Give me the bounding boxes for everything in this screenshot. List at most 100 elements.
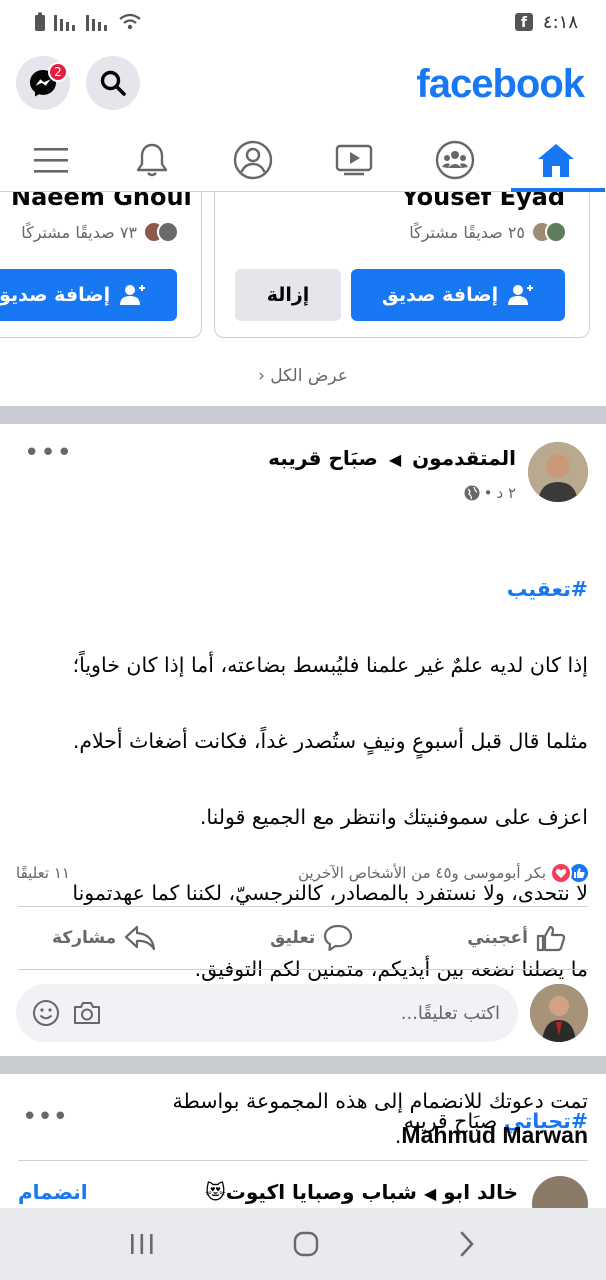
top-bar: 2 facebook (0, 52, 606, 118)
emoji-icon[interactable] (32, 999, 60, 1027)
section-divider (0, 1056, 606, 1074)
wifi-icon (119, 13, 141, 30)
add-friend-button[interactable]: إضافة صديق (351, 269, 565, 321)
groups-icon (435, 140, 474, 179)
like-button[interactable]: أعجبني (467, 924, 566, 952)
add-friend-icon (508, 285, 534, 305)
tab-watch[interactable] (319, 130, 389, 190)
share-button[interactable]: مشاركة (52, 924, 156, 952)
facebook-logo[interactable]: facebook (416, 62, 585, 107)
battery-icon (35, 12, 45, 31)
share-label: مشاركة (52, 928, 117, 948)
comment-placeholder: اكتب تعليقًا... (400, 1002, 500, 1024)
profile-icon (233, 140, 272, 179)
facebook-square-icon: f (514, 13, 533, 31)
main-nav (0, 128, 606, 192)
inviter-name[interactable]: Mahmud Marwan (401, 1122, 588, 1148)
tab-notifications[interactable] (117, 130, 187, 190)
avatar (157, 221, 179, 243)
suggestion-card[interactable]: Naeem Ghoul ٧٣ صديقًا مشتركًا إضافة صديق (0, 192, 202, 338)
back-chevron-icon[interactable] (457, 1230, 477, 1258)
tab-profile[interactable] (218, 130, 288, 190)
my-avatar[interactable] (530, 984, 588, 1042)
comment-tools (32, 999, 102, 1027)
section-divider (0, 406, 606, 424)
mutual-friends-text: ٧٣ صديقًا مشتركًا (21, 222, 137, 242)
signal-icon (86, 15, 107, 31)
divider (18, 1160, 588, 1161)
share-icon (125, 925, 156, 951)
add-friend-label: إضافة صديق (0, 284, 111, 306)
bell-icon (136, 143, 167, 176)
see-all-label: عرض الكل (270, 366, 348, 386)
reactions-text[interactable]: بكر أبوموسى و٤٥ من الأشخاص الآخرين (298, 864, 546, 882)
system-navigation (0, 1208, 606, 1280)
comment-label: تعليق (270, 928, 316, 948)
comment-composer: اكتب تعليقًا... (16, 984, 588, 1042)
watch-icon (335, 144, 372, 175)
home-icon (537, 143, 574, 177)
add-friend-label: إضافة صديق (381, 284, 499, 306)
author-name[interactable]: خالد ابو (443, 1180, 518, 1204)
like-label: أعجبني (467, 928, 528, 948)
mutual-friends: ٢٥ صديقًا مشتركًا (409, 221, 567, 243)
recents-icon[interactable] (129, 1232, 155, 1256)
more-options-icon[interactable]: ••• (24, 438, 73, 468)
mutual-avatars (143, 221, 179, 243)
comment-input[interactable]: اكتب تعليقًا... (16, 984, 518, 1042)
post-header[interactable]: المتقدمون ◀ صبَاح قريبه (268, 446, 516, 470)
mutual-friends-text: ٢٥ صديقًا مشتركًا (409, 222, 525, 242)
menu-icon (33, 147, 68, 173)
post-time[interactable]: ٢ د (496, 484, 516, 502)
reactions-list[interactable]: بكر أبوموسى و٤٥ من الأشخاص الآخرين (298, 862, 590, 884)
suggestion-name[interactable]: Yousef Eyad (401, 192, 565, 211)
triangle-arrow-icon: ◀ (388, 450, 402, 469)
more-options-icon[interactable]: ••• (22, 1102, 68, 1132)
triangle-arrow-icon: ◀ (423, 1184, 437, 1203)
comment-icon (324, 924, 353, 952)
see-all-link[interactable]: عرض الكل ‹ (0, 366, 606, 386)
mutual-friends: ٧٣ صديقًا مشتركًا (21, 221, 179, 243)
join-button[interactable]: انضمام (18, 1180, 88, 1204)
add-friend-icon (120, 285, 146, 305)
comment-button[interactable]: تعليق (270, 924, 353, 952)
like-icon (536, 925, 566, 952)
avatar (545, 221, 567, 243)
suggestion-name[interactable]: Naeem Ghoul (11, 192, 192, 211)
mutual-avatars (531, 221, 567, 243)
post-line: مثلما قال قبل أسبوعٍ ونيفٍ ستُصدر غداً، … (72, 729, 588, 753)
reactions-summary: بكر أبوموسى و٤٥ من الأشخاص الآخرين ١١ تع… (16, 858, 590, 888)
messenger-button[interactable]: 2 (16, 56, 70, 110)
suggestion-card[interactable]: Yousef Eyad ٢٥ صديقًا مشتركًا إضافة صديق… (214, 192, 590, 338)
search-button[interactable] (86, 56, 140, 110)
home-circle-icon[interactable] (292, 1230, 320, 1258)
camera-icon[interactable] (72, 999, 102, 1027)
author-avatar[interactable] (528, 442, 588, 502)
post-actions: أعجبني تعليق مشاركة (18, 906, 588, 970)
chevron-left-icon: ‹ (258, 366, 265, 386)
people-you-may-know: Yousef Eyad ٢٥ صديقًا مشتركًا إضافة صديق… (0, 192, 606, 406)
signal-icon (54, 15, 75, 31)
status-bar: f ٤:١٨ (0, 0, 606, 44)
post-meta: ٢ د • (464, 484, 516, 502)
love-reaction-icon (550, 862, 572, 884)
search-icon (100, 70, 126, 96)
author-name[interactable]: صبَاح قريبه (268, 446, 378, 470)
feed-post: المتقدمون ◀ صبَاح قريبه ٢ د • ••• #تعقيب… (0, 424, 606, 1133)
group-name[interactable]: شباب وصبايا اكيوت😻 (205, 1180, 417, 1204)
group-post-header[interactable]: خالد ابو ◀ شباب وصبايا اكيوت😻 (205, 1180, 518, 1204)
tab-menu[interactable] (16, 130, 86, 190)
tab-home[interactable] (510, 130, 605, 192)
tab-groups[interactable] (420, 130, 490, 190)
post-line: إذا كان لديه علمٌ غير علمنا فليُبسط بضاع… (72, 653, 588, 677)
post-line: اعزف على سموفنيتك وانتظر مع الجميع قولنا… (199, 805, 588, 829)
dot-separator: • (483, 484, 493, 502)
globe-icon (464, 485, 480, 501)
group-name[interactable]: المتقدمون (412, 446, 516, 470)
group-invite-card: تمت دعوتك للانضمام إلى هذه المجموعة بواس… (0, 1074, 606, 1232)
invite-message: تمت دعوتك للانضمام إلى هذه المجموعة بواس… (172, 1089, 588, 1113)
remove-button[interactable]: إزالة (235, 269, 341, 321)
comments-count[interactable]: ١١ تعليقًا (16, 864, 70, 882)
add-friend-button[interactable]: إضافة صديق (0, 269, 177, 321)
hashtag-link[interactable]: #تعقيب (507, 577, 588, 601)
